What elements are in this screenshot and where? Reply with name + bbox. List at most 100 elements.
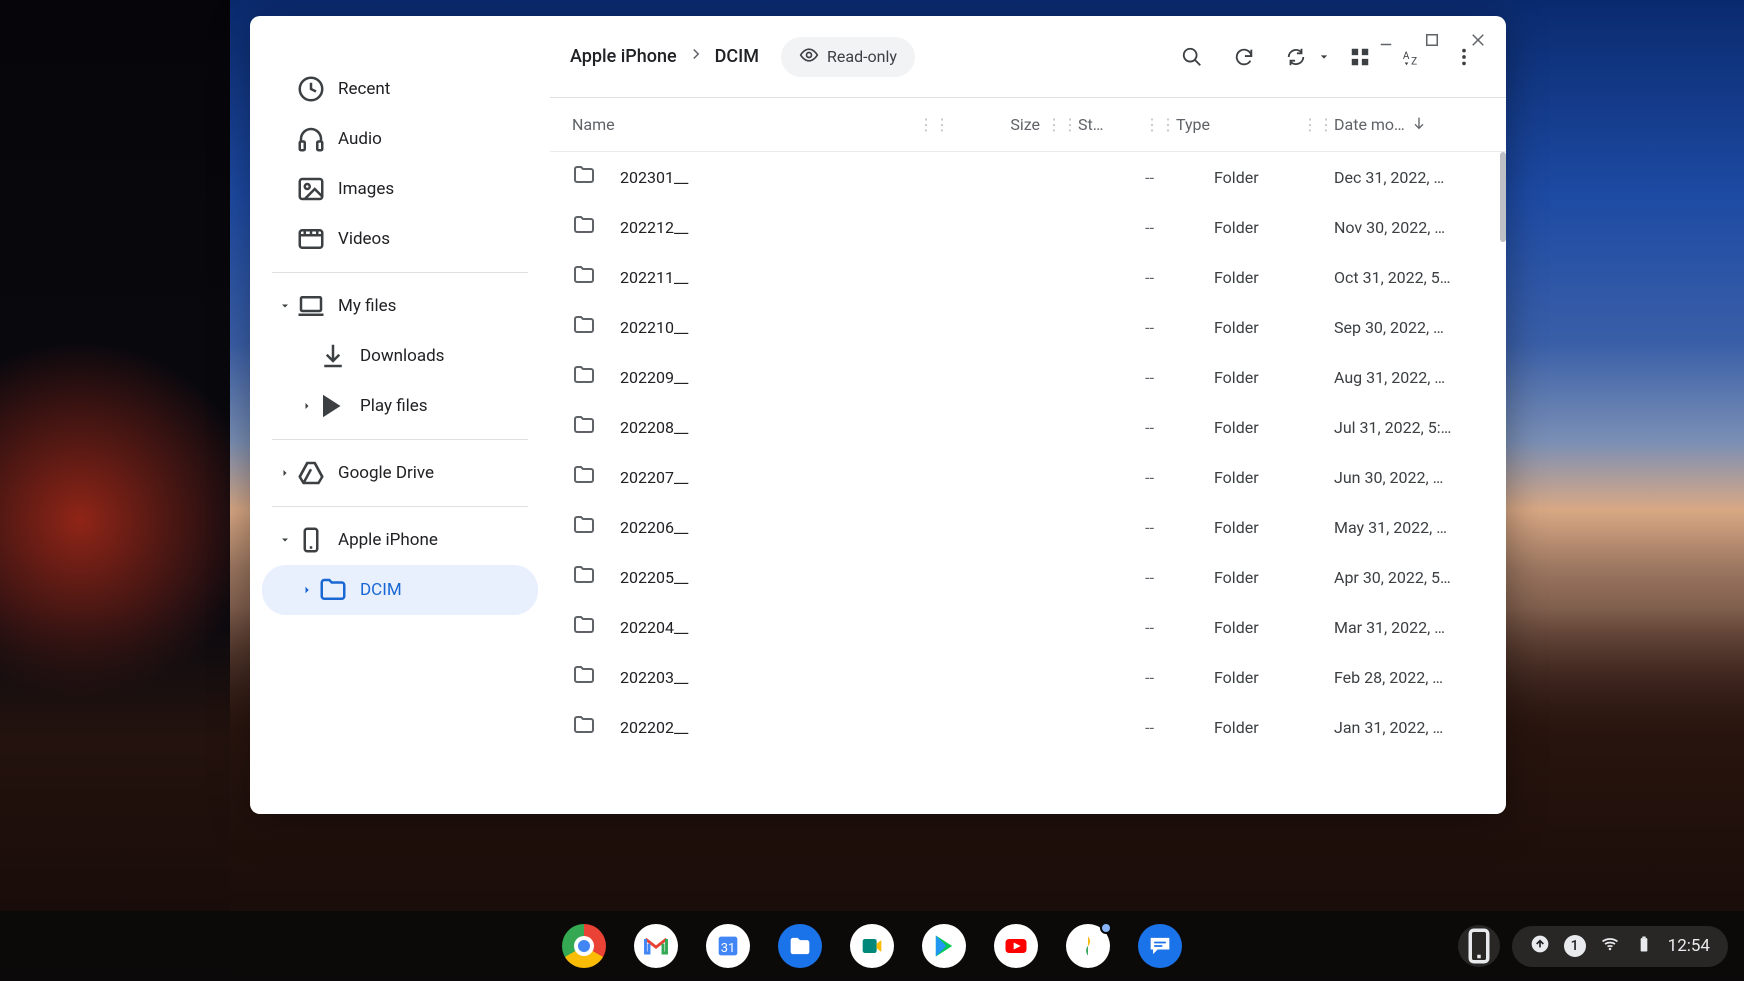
play-store-icon bbox=[318, 391, 348, 421]
file-type: Folder bbox=[1214, 518, 1334, 537]
file-date: Oct 31, 2022, 5… bbox=[1334, 268, 1484, 287]
table-row[interactable]: 202211__--FolderOct 31, 2022, 5… bbox=[550, 252, 1506, 302]
file-name: 202202__ bbox=[620, 718, 688, 737]
file-type: Folder bbox=[1214, 168, 1334, 187]
sidebar-item-label: Google Drive bbox=[338, 463, 434, 483]
shelf-apps: 31 bbox=[562, 924, 1182, 968]
file-size: -- bbox=[1064, 218, 1154, 237]
col-name[interactable]: Name bbox=[572, 115, 615, 134]
sidebar-separator bbox=[272, 506, 528, 507]
breadcrumb-root[interactable]: Apple iPhone bbox=[570, 46, 677, 67]
sidebar-item-label: Images bbox=[338, 179, 394, 199]
minimize-button[interactable] bbox=[1366, 20, 1406, 60]
table-row[interactable]: 202210__--FolderSep 30, 2022, … bbox=[550, 302, 1506, 352]
sort-desc-icon bbox=[1411, 115, 1427, 135]
video-icon bbox=[296, 224, 326, 254]
table-row[interactable]: 202204__ -- FolderMar 31, 2022, … bbox=[550, 602, 1506, 652]
sidebar-item-play-files[interactable]: Play files bbox=[262, 381, 538, 431]
file-size: -- bbox=[1064, 318, 1154, 337]
column-resize-handle[interactable]: ⋮⋮ bbox=[918, 115, 950, 134]
file-name: 202204__ bbox=[620, 618, 688, 637]
files-window: Recent Audio Images Videos My f bbox=[250, 16, 1506, 814]
file-type: Folder bbox=[1214, 368, 1334, 387]
col-status[interactable]: St… bbox=[1078, 115, 1103, 134]
eye-icon bbox=[799, 45, 819, 69]
files-app[interactable] bbox=[778, 924, 822, 968]
search-button[interactable] bbox=[1170, 35, 1214, 79]
table-row[interactable]: 202212__--FolderNov 30, 2022, … bbox=[550, 202, 1506, 252]
sidebar-item-label: Audio bbox=[338, 129, 382, 149]
file-name: 202210__ bbox=[620, 318, 688, 337]
photos-app[interactable] bbox=[1066, 924, 1110, 968]
file-type: Folder bbox=[1214, 618, 1334, 637]
maximize-button[interactable] bbox=[1412, 20, 1452, 60]
sidebar-item-audio[interactable]: Audio bbox=[262, 114, 538, 164]
column-resize-handle[interactable]: ⋮⋮ bbox=[1046, 115, 1078, 134]
file-type: Folder bbox=[1214, 668, 1334, 687]
phone-hub-button[interactable] bbox=[1458, 925, 1500, 967]
table-row[interactable]: 202203__--FolderFeb 28, 2022, … bbox=[550, 652, 1506, 702]
chevron-right-icon bbox=[687, 45, 705, 68]
folder-icon bbox=[572, 563, 596, 591]
messages-app[interactable] bbox=[1138, 924, 1182, 968]
table-row[interactable]: 202202__--FolderJan 31, 2022, … bbox=[550, 702, 1506, 752]
notification-badge-icon bbox=[1100, 922, 1112, 934]
scrollbar-thumb[interactable] bbox=[1500, 152, 1506, 242]
readonly-label: Read-only bbox=[827, 47, 897, 66]
file-type: Folder bbox=[1214, 718, 1334, 737]
sidebar-item-my-files[interactable]: My files bbox=[262, 281, 538, 331]
file-name: 202207__ bbox=[620, 468, 688, 487]
sidebar-item-images[interactable]: Images bbox=[262, 164, 538, 214]
shelf-status-area[interactable]: 1 12:54 bbox=[1458, 925, 1728, 967]
refresh-button[interactable] bbox=[1222, 35, 1266, 79]
calendar-app[interactable]: 31 bbox=[706, 924, 750, 968]
sidebar-item-label: Apple iPhone bbox=[338, 530, 438, 550]
col-date[interactable]: Date mo… bbox=[1334, 115, 1405, 134]
sidebar-item-downloads[interactable]: Downloads bbox=[262, 331, 538, 381]
breadcrumb: Apple iPhone DCIM bbox=[570, 45, 759, 68]
file-size: -- bbox=[1064, 618, 1154, 637]
play-store-app[interactable] bbox=[922, 924, 966, 968]
folder-icon bbox=[572, 613, 596, 641]
file-size: -- bbox=[1064, 368, 1154, 387]
chrome-app[interactable] bbox=[562, 924, 606, 968]
file-date: Dec 31, 2022, … bbox=[1334, 168, 1484, 187]
sidebar-item-google-drive[interactable]: Google Drive bbox=[262, 448, 538, 498]
table-row[interactable]: 202209__--FolderAug 31, 2022, … bbox=[550, 352, 1506, 402]
sync-dropdown-caret[interactable] bbox=[1318, 53, 1330, 61]
youtube-app[interactable] bbox=[994, 924, 1038, 968]
phone-icon bbox=[296, 525, 326, 555]
file-rows[interactable]: 202301__--FolderDec 31, 2022, …202212__-… bbox=[550, 152, 1506, 814]
column-resize-handle[interactable]: ⋮⋮ bbox=[1144, 115, 1176, 134]
sidebar-separator bbox=[272, 439, 528, 440]
gmail-app[interactable] bbox=[634, 924, 678, 968]
sidebar-item-dcim[interactable]: DCIM bbox=[262, 565, 538, 615]
file-type: Folder bbox=[1214, 218, 1334, 237]
col-size[interactable]: Size bbox=[1010, 115, 1040, 134]
file-date: Apr 30, 2022, 5… bbox=[1334, 568, 1484, 587]
folder-icon bbox=[572, 413, 596, 441]
file-size: -- bbox=[1064, 668, 1154, 687]
sync-button[interactable] bbox=[1274, 35, 1318, 79]
column-resize-handle[interactable]: ⋮⋮ bbox=[1302, 115, 1334, 134]
table-row[interactable]: 202208__--FolderJul 31, 2022, 5:… bbox=[550, 402, 1506, 452]
meet-app[interactable] bbox=[850, 924, 894, 968]
col-type[interactable]: Type bbox=[1176, 115, 1210, 134]
close-button[interactable] bbox=[1458, 20, 1498, 60]
sidebar-item-apple-iphone[interactable]: Apple iPhone bbox=[262, 515, 538, 565]
clock-icon bbox=[296, 74, 326, 104]
status-tray[interactable]: 1 12:54 bbox=[1512, 926, 1728, 967]
sidebar-item-recent[interactable]: Recent bbox=[262, 64, 538, 114]
table-row[interactable]: 202206__--FolderMay 31, 2022, … bbox=[550, 502, 1506, 552]
file-size: -- bbox=[1064, 168, 1154, 187]
file-size: -- bbox=[1064, 468, 1154, 487]
table-row[interactable]: 202205__--FolderApr 30, 2022, 5… bbox=[550, 552, 1506, 602]
folder-icon bbox=[572, 263, 596, 291]
table-row[interactable]: 202207__--FolderJun 30, 2022, … bbox=[550, 452, 1506, 502]
file-name: 202301__ bbox=[620, 168, 688, 187]
file-date: Mar 31, 2022, … bbox=[1334, 618, 1484, 637]
table-row[interactable]: 202301__ -- FolderDec 31, 2022, … bbox=[550, 152, 1506, 202]
file-name: 202211__ bbox=[620, 268, 688, 287]
drive-icon bbox=[296, 458, 326, 488]
sidebar-item-videos[interactable]: Videos bbox=[262, 214, 538, 264]
